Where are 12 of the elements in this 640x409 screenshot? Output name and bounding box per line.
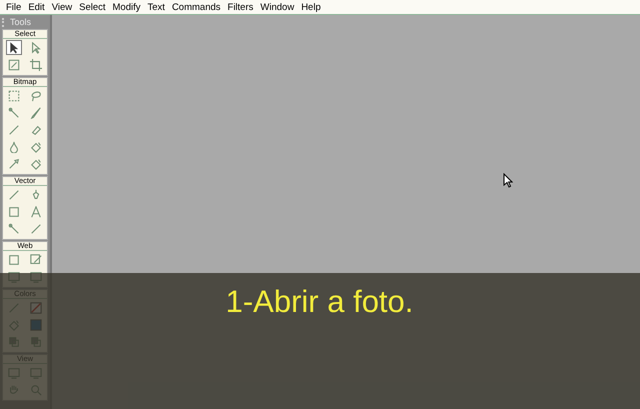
caption-text: 1-Abrir a foto. [226,283,414,321]
menu-item[interactable]: File [4,2,26,12]
menu-item[interactable]: View [50,2,78,12]
menu-item[interactable]: Text [146,2,170,12]
panel-title: Tools [10,17,32,27]
menu-item[interactable]: Commands [170,2,226,12]
menu-item[interactable]: Select [77,2,111,12]
menu-item[interactable]: Edit [26,2,50,12]
menu-item[interactable]: Filters [226,2,258,12]
menu-item[interactable]: Help [299,2,326,12]
menu-item[interactable]: Modify [110,2,146,12]
menu-item[interactable]: Window [258,2,300,12]
